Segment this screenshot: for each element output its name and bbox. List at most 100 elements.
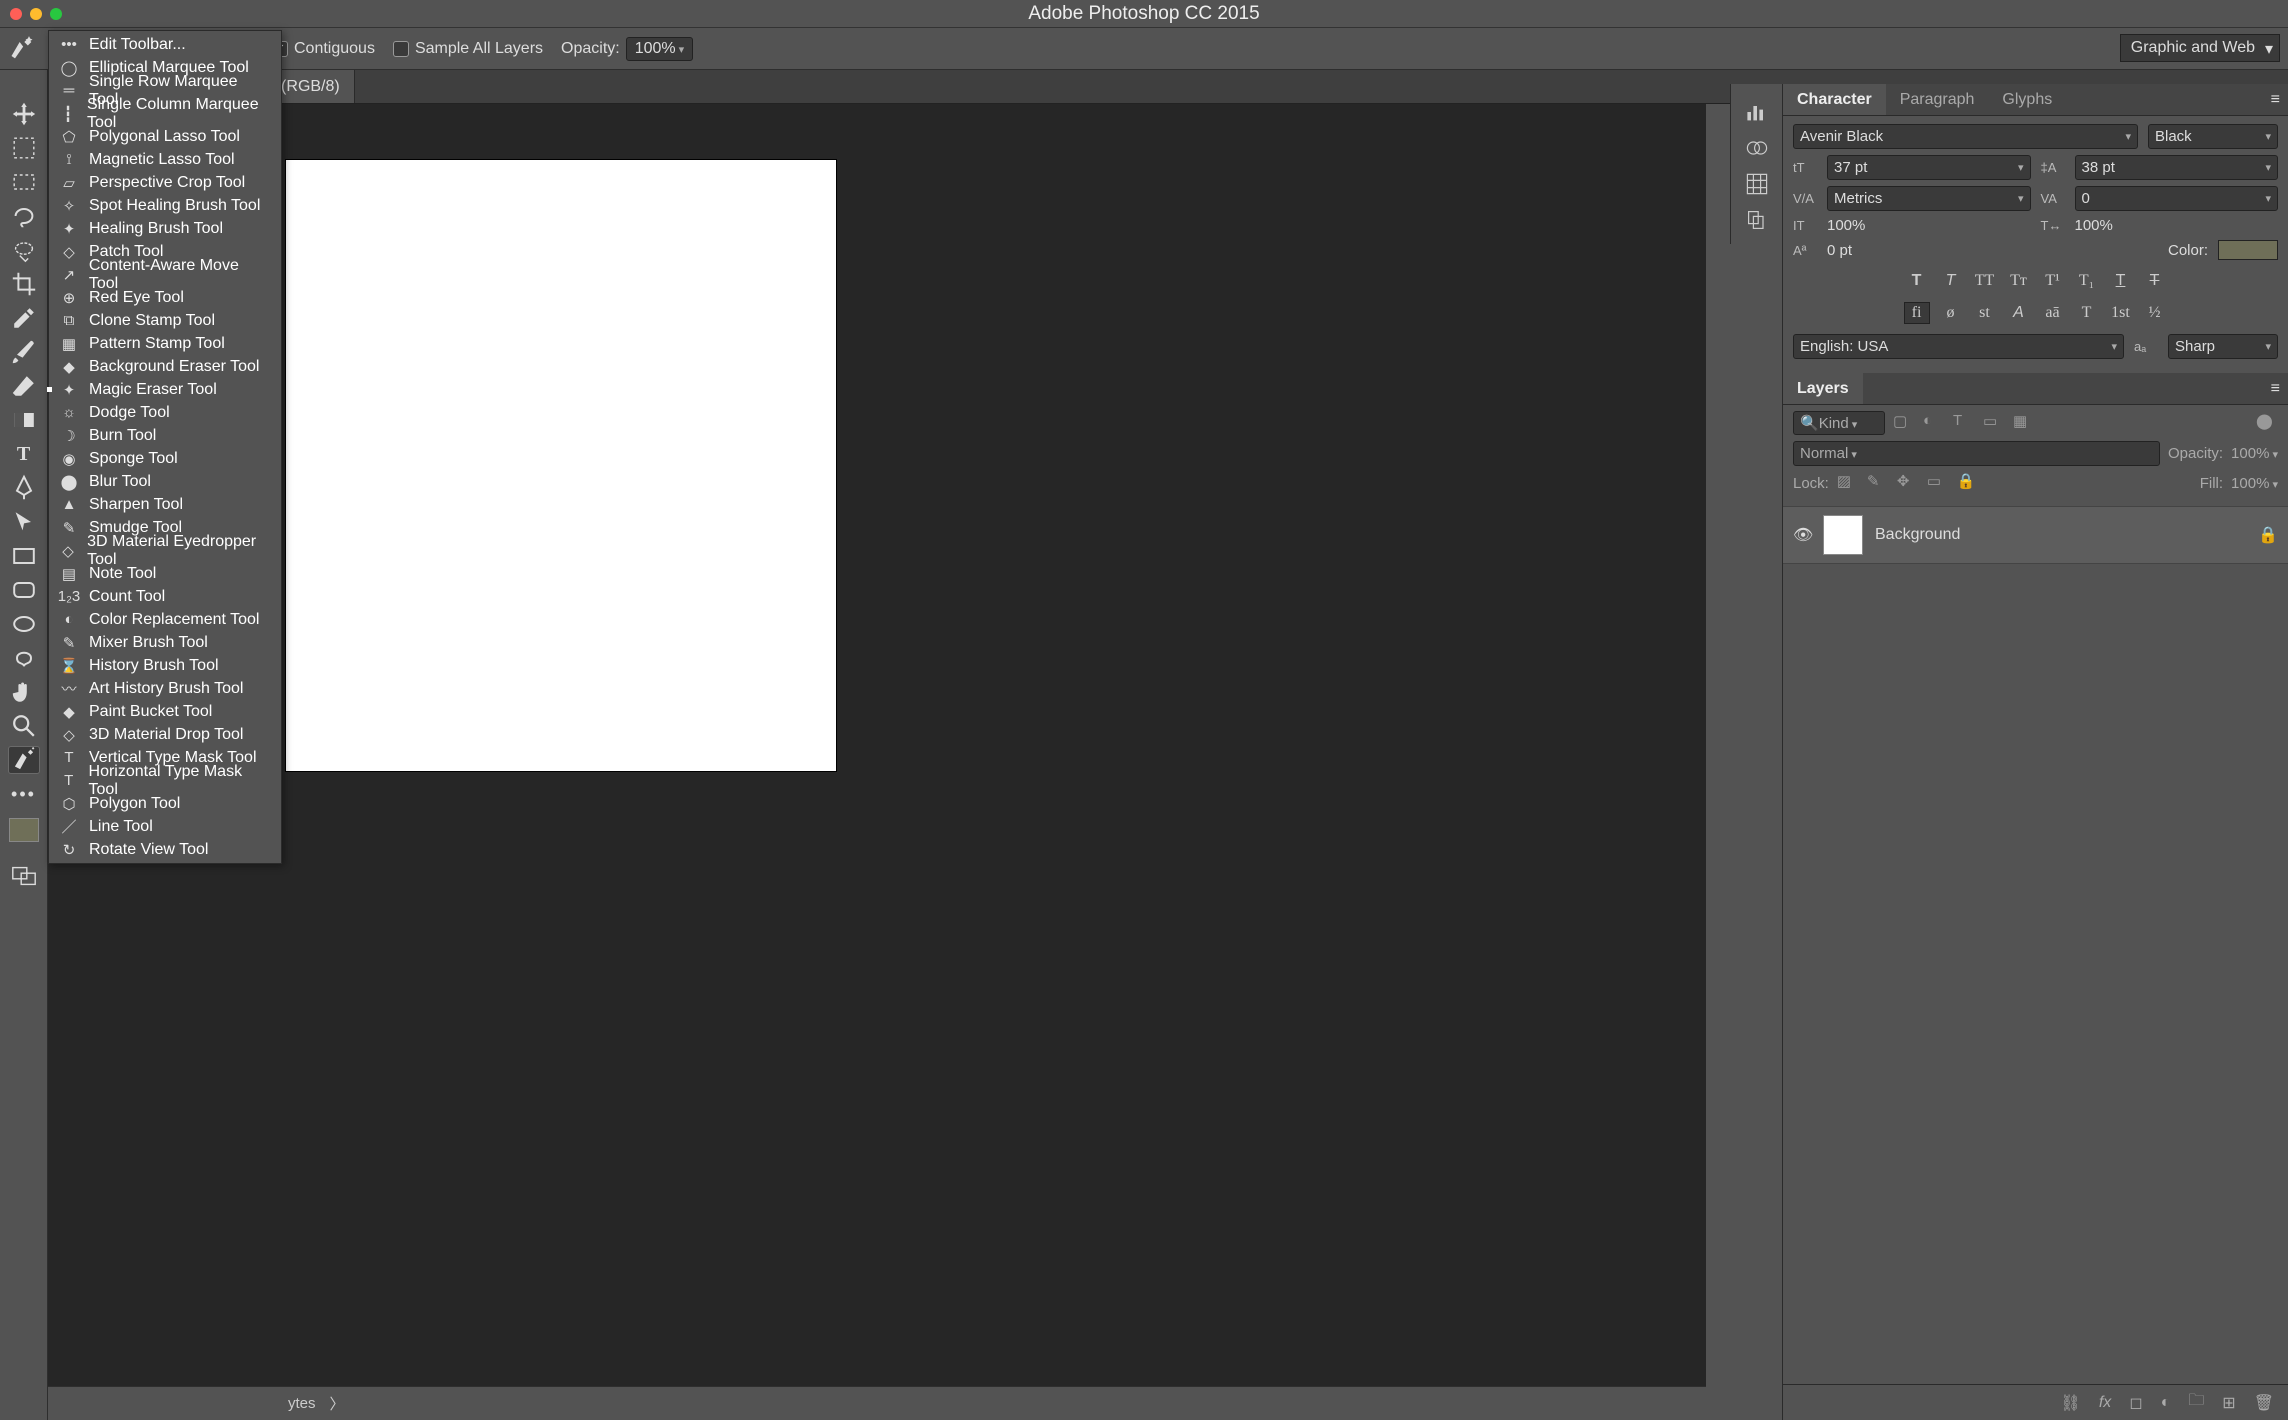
font-style-select[interactable]: Black xyxy=(2148,124,2278,149)
underline-btn[interactable]: T xyxy=(2108,270,2134,292)
layer-thumbnail[interactable] xyxy=(1823,515,1863,555)
contiguous-option[interactable]: Contiguous xyxy=(272,40,375,58)
fill-value[interactable]: 100% xyxy=(2231,475,2278,492)
ellipse-tool[interactable] xyxy=(8,610,40,638)
layer-filter-kind[interactable]: 🔍Kind xyxy=(1793,411,1885,435)
filter-shape-icon[interactable]: ▭ xyxy=(1983,412,2005,434)
vscale-value[interactable]: 100% xyxy=(1827,217,2031,234)
rectangular-marquee-tool[interactable] xyxy=(8,134,40,162)
filter-adjustment-icon[interactable]: ◐ xyxy=(1923,412,1945,434)
zoom-window-button[interactable] xyxy=(50,8,62,20)
flyout-item-rotate-view-tool[interactable]: ↻Rotate View Tool xyxy=(49,838,281,861)
flyout-item-magic-eraser-tool[interactable]: ✦Magic Eraser Tool xyxy=(49,378,281,401)
sample-all-checkbox[interactable] xyxy=(393,41,409,57)
filter-type-icon[interactable]: T xyxy=(1953,412,1975,434)
stylistic-btn[interactable]: st xyxy=(1972,302,1998,324)
status-arrow-icon[interactable]: 〉 xyxy=(330,1393,345,1414)
flyout-item-3d-material-drop-tool[interactable]: ◇3D Material Drop Tool xyxy=(49,723,281,746)
rectangle-tool[interactable] xyxy=(8,542,40,570)
tab-paragraph[interactable]: Paragraph xyxy=(1886,84,1989,115)
eraser-tool[interactable] xyxy=(8,372,40,400)
superscript-btn[interactable]: T¹ xyxy=(2040,270,2066,292)
swash-btn[interactable]: A xyxy=(2006,302,2032,324)
lasso-tool[interactable] xyxy=(8,202,40,230)
leading-select[interactable]: 38 pt xyxy=(2075,155,2279,180)
lock-transparency-icon[interactable]: ▨ xyxy=(1837,472,1859,494)
opacity-value[interactable]: 100% xyxy=(626,37,694,61)
fractions2-btn[interactable]: ½ xyxy=(2142,302,2168,324)
close-window-button[interactable] xyxy=(10,8,22,20)
flyout-item-paint-bucket-tool[interactable]: ◆Paint Bucket Tool xyxy=(49,700,281,723)
layer-group-icon[interactable]: 🗀 xyxy=(2188,1389,2204,1416)
bold-btn[interactable]: T xyxy=(1904,270,1930,292)
flyout-item-line-tool[interactable]: ／Line Tool xyxy=(49,815,281,838)
subscript-btn[interactable]: T₁ xyxy=(2074,270,2100,292)
ligatures-btn[interactable]: fi xyxy=(1904,302,1930,324)
quick-selection-tool[interactable] xyxy=(8,236,40,264)
tab-layers[interactable]: Layers xyxy=(1783,373,1863,404)
type-tool[interactable]: T xyxy=(8,440,40,468)
flyout-item-magnetic-lasso-tool[interactable]: ⟟Magnetic Lasso Tool xyxy=(49,148,281,171)
flyout-item-color-replacement-tool[interactable]: ◐Color Replacement Tool xyxy=(49,608,281,631)
italic-btn[interactable]: T xyxy=(1938,270,1964,292)
flyout-item-mixer-brush-tool[interactable]: ✎Mixer Brush Tool xyxy=(49,631,281,654)
tracking-select[interactable]: 0 xyxy=(2075,186,2279,211)
flyout-item-burn-tool[interactable]: ☽Burn Tool xyxy=(49,424,281,447)
workspace-selector[interactable]: Graphic and Web xyxy=(2120,34,2280,62)
layer-lock-icon[interactable]: 🔒 xyxy=(2258,525,2278,545)
libraries-icon[interactable] xyxy=(1745,208,1769,232)
contextual-btn[interactable]: ø xyxy=(1938,302,1964,324)
flyout-item-dodge-tool[interactable]: ☼Dodge Tool xyxy=(49,401,281,424)
flyout-item-spot-healing-brush-tool[interactable]: ✧Spot Healing Brush Tool xyxy=(49,194,281,217)
lock-image-icon[interactable]: ✎ xyxy=(1867,472,1889,494)
hscale-value[interactable]: 100% xyxy=(2075,217,2279,234)
new-layer-icon[interactable]: ⊞ xyxy=(2222,1393,2235,1413)
fractions-btn[interactable]: 1st xyxy=(2108,302,2134,324)
strikethrough-btn[interactable]: T xyxy=(2142,270,2168,292)
brush-tool[interactable] xyxy=(8,338,40,366)
font-size-select[interactable]: 37 pt xyxy=(1827,155,2031,180)
foreground-color-swatch[interactable] xyxy=(9,818,39,842)
histogram-icon[interactable] xyxy=(1745,100,1769,124)
language-select[interactable]: English: USA xyxy=(1793,334,2124,359)
layer-fx-icon[interactable]: fx xyxy=(2099,1394,2111,1412)
flyout-item-perspective-crop-tool[interactable]: ▱Perspective Crop Tool xyxy=(49,171,281,194)
eyedropper-tool[interactable] xyxy=(8,304,40,332)
smallcaps-btn[interactable]: Tᴛ xyxy=(2006,270,2032,292)
flyout-item-blur-tool[interactable]: ⬤Blur Tool xyxy=(49,470,281,493)
antialias-select[interactable]: Sharp xyxy=(2168,334,2278,359)
flyout-item-sharpen-tool[interactable]: ▲Sharpen Tool xyxy=(49,493,281,516)
lock-artboard-icon[interactable]: ▭ xyxy=(1927,472,1949,494)
flyout-item-3d-material-eyedropper-tool[interactable]: ◇3D Material Eyedropper Tool xyxy=(49,539,281,562)
canvas[interactable] xyxy=(286,160,836,771)
link-layers-icon[interactable]: ⛓ xyxy=(2061,1393,2081,1413)
flyout-item-count-tool[interactable]: 1₂3Count Tool xyxy=(49,585,281,608)
zoom-tool[interactable] xyxy=(8,712,40,740)
filter-image-icon[interactable]: ▢ xyxy=(1893,412,1915,434)
flyout-item-healing-brush-tool[interactable]: ✦Healing Brush Tool xyxy=(49,217,281,240)
gradient-tool[interactable] xyxy=(8,406,40,434)
font-family-select[interactable]: Avenir Black xyxy=(1793,124,2138,149)
flyout-item-background-eraser-tool[interactable]: ◆Background Eraser Tool xyxy=(49,355,281,378)
allcaps-btn[interactable]: TT xyxy=(1972,270,1998,292)
grid-icon[interactable] xyxy=(1745,172,1769,196)
sample-all-layers-option[interactable]: Sample All Layers xyxy=(393,40,543,58)
layer-row-background[interactable]: 👁 Background 🔒 xyxy=(1783,506,2288,564)
tab-glyphs[interactable]: Glyphs xyxy=(1988,84,2066,115)
magic-eraser-tool-btn[interactable] xyxy=(8,746,40,774)
layer-mask-icon[interactable]: ◻ xyxy=(2129,1393,2142,1413)
path-selection-tool[interactable] xyxy=(8,508,40,536)
kerning-select[interactable]: Metrics xyxy=(1827,186,2031,211)
flyout-item-history-brush-tool[interactable]: ⌛History Brush Tool xyxy=(49,654,281,677)
hand-tool[interactable] xyxy=(8,678,40,706)
panel-menu-icon[interactable]: ≡ xyxy=(2263,84,2288,115)
tab-character[interactable]: Character xyxy=(1783,84,1886,115)
flyout-item-clone-stamp-tool[interactable]: ⧉Clone Stamp Tool xyxy=(49,309,281,332)
blend-mode-select[interactable]: Normal xyxy=(1793,441,2160,466)
swatches-icon[interactable] xyxy=(1745,136,1769,160)
marquee-tool-alt[interactable] xyxy=(8,168,40,196)
layer-name[interactable]: Background xyxy=(1875,526,1960,544)
current-tool-icon[interactable] xyxy=(8,35,36,63)
pen-tool[interactable] xyxy=(8,474,40,502)
rounded-rectangle-tool[interactable] xyxy=(8,576,40,604)
